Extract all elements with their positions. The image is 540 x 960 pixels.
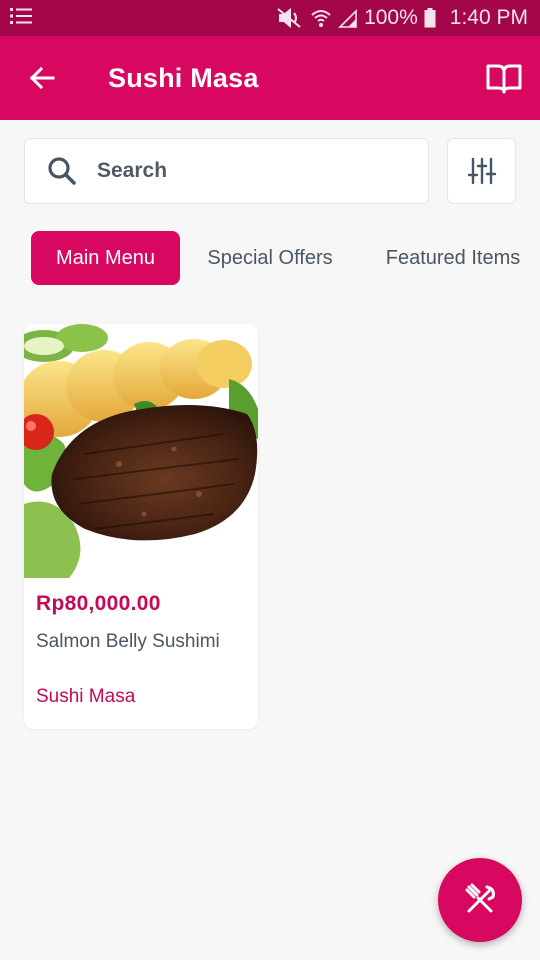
fab-menu-button[interactable] bbox=[438, 858, 522, 942]
battery-percent: 100% bbox=[364, 6, 418, 29]
tab-main-menu[interactable]: Main Menu bbox=[31, 231, 180, 285]
signal-icon bbox=[338, 8, 358, 28]
menu-icon bbox=[10, 7, 32, 30]
filter-button[interactable] bbox=[447, 138, 516, 204]
back-button[interactable] bbox=[26, 62, 58, 94]
search-bar[interactable] bbox=[24, 138, 429, 204]
product-price: Rp80,000.00 bbox=[36, 592, 161, 615]
wifi-icon bbox=[310, 7, 332, 29]
product-store: Sushi Masa bbox=[36, 686, 136, 707]
arrow-left-icon bbox=[29, 66, 55, 90]
search-input[interactable] bbox=[97, 159, 377, 183]
page-title: Sushi Masa bbox=[108, 62, 259, 93]
app-bar: Sushi Masa bbox=[0, 36, 540, 120]
status-bar: 100% 1:40 PM bbox=[0, 0, 540, 36]
search-icon bbox=[48, 157, 76, 185]
fork-knife-icon bbox=[465, 883, 495, 913]
product-image bbox=[24, 324, 258, 578]
product-name: Salmon Belly Sushimi bbox=[36, 631, 220, 652]
mute-icon bbox=[276, 7, 304, 29]
clock: 1:40 PM bbox=[449, 6, 528, 29]
tab-featured-items[interactable]: Featured Items bbox=[378, 231, 528, 285]
sliders-icon bbox=[467, 157, 496, 185]
menu-book-button[interactable] bbox=[484, 58, 524, 98]
product-card[interactable]: Rp80,000.00 Salmon Belly Sushimi Sushi M… bbox=[24, 324, 258, 729]
tab-special-offers[interactable]: Special Offers bbox=[196, 231, 344, 285]
book-open-icon bbox=[486, 64, 522, 94]
battery-icon bbox=[424, 8, 436, 28]
